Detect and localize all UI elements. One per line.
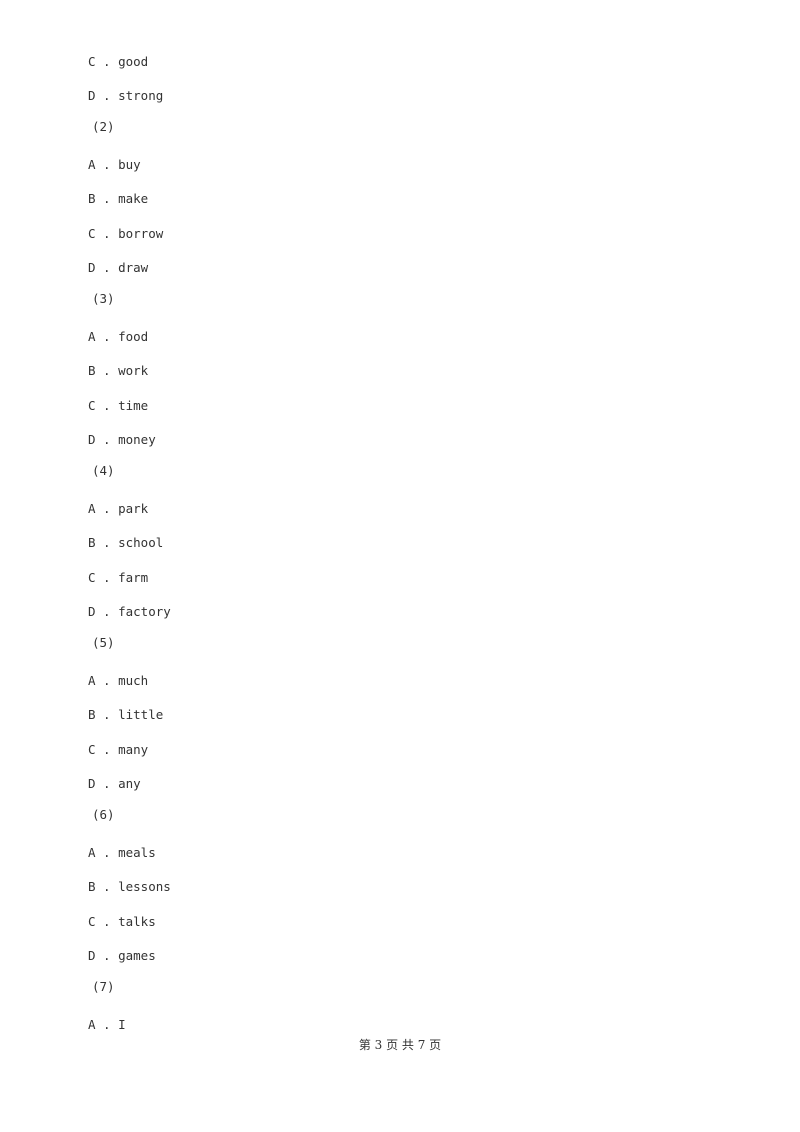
question-number: (3): [92, 291, 115, 306]
page-footer: 第 3 页 共 7 页: [358, 1038, 442, 1052]
answer-option: A . buy: [88, 157, 141, 172]
answer-option: A . food: [88, 329, 149, 344]
question-number: (6): [92, 807, 115, 822]
answer-option: C . borrow: [88, 226, 164, 241]
question-number: (2): [92, 119, 115, 134]
question-number: (4): [92, 463, 115, 478]
answer-option: A . park: [88, 501, 149, 516]
answer-option: C . good: [88, 54, 149, 69]
answer-option: C . farm: [88, 570, 149, 585]
answer-option: D . strong: [88, 88, 164, 103]
answer-option: B . make: [88, 191, 149, 206]
answer-option: B . work: [88, 363, 149, 378]
answer-option: D . factory: [88, 604, 171, 619]
answer-option: C . time: [88, 398, 149, 413]
answer-option: C . talks: [88, 914, 156, 929]
answer-option: D . games: [88, 948, 156, 963]
answer-option: A . much: [88, 673, 149, 688]
question-number: (7): [92, 979, 115, 994]
answer-option: A . meals: [88, 845, 156, 860]
answer-option: B . school: [88, 535, 164, 550]
answer-option: D . any: [88, 776, 141, 791]
answer-option: A . I: [88, 1017, 126, 1032]
answer-option: B . little: [88, 707, 164, 722]
answer-option: D . draw: [88, 260, 149, 275]
question-number: (5): [92, 635, 115, 650]
answer-option: D . money: [88, 432, 156, 447]
answer-option: B . lessons: [88, 879, 171, 894]
answer-option: C . many: [88, 742, 149, 757]
